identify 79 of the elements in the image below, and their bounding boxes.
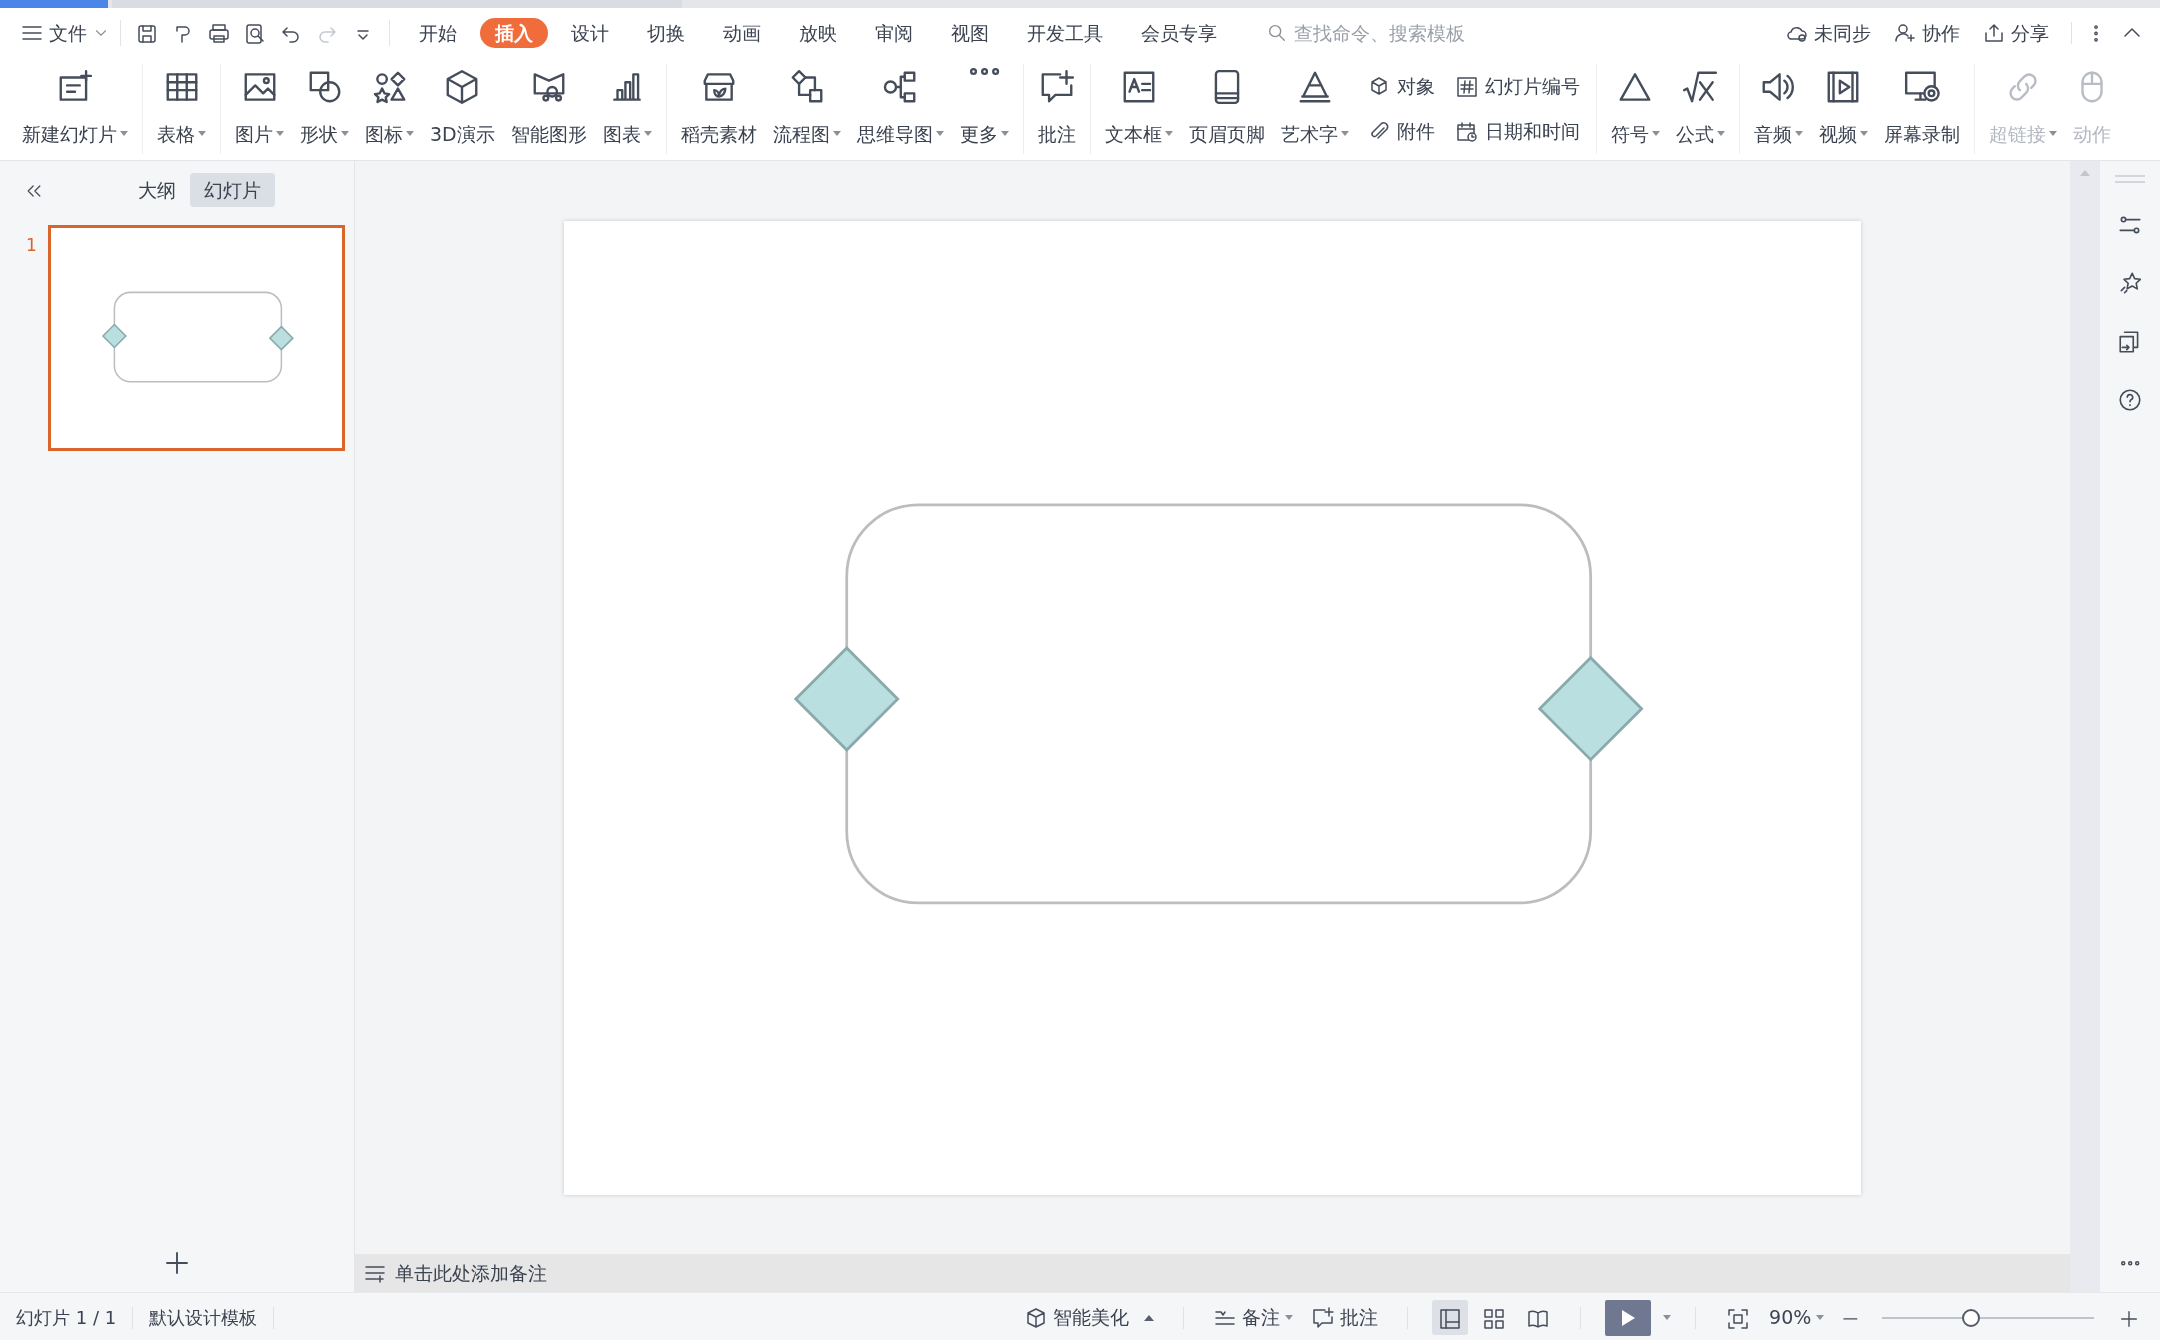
calendar-icon bbox=[1454, 119, 1479, 144]
search-field[interactable]: 查找命令、搜索模板 bbox=[1292, 17, 1552, 49]
ribbon-button[interactable]: 页眉页脚 bbox=[1180, 64, 1273, 154]
diamond-shape bbox=[268, 325, 294, 351]
search-icon bbox=[1266, 22, 1288, 44]
ribbon-button[interactable]: 思维导图 bbox=[848, 64, 952, 154]
ribbon-button[interactable]: 更多 bbox=[951, 64, 1017, 154]
toolbar-button[interactable]: 分享 bbox=[1981, 18, 2049, 48]
diamond-shape bbox=[101, 323, 127, 349]
handle-icon bbox=[2115, 175, 2145, 183]
add-user-icon bbox=[1892, 21, 1917, 45]
more-icon bbox=[2093, 24, 2098, 42]
status-button[interactable]: 智能美化 bbox=[1019, 1300, 1160, 1335]
ribbon-button[interactable]: 批注 bbox=[1029, 64, 1084, 154]
ribbon-button[interactable]: 图标 bbox=[357, 64, 422, 154]
panel-tab[interactable]: 幻灯片 bbox=[190, 172, 275, 208]
menu-tab[interactable]: 设计 bbox=[556, 18, 624, 48]
ribbon-button[interactable]: 幻灯片编号 bbox=[1450, 70, 1584, 103]
menu-tab[interactable]: 开始 bbox=[404, 18, 472, 48]
ribbon-button[interactable]: 流程图 bbox=[764, 64, 849, 154]
play-icon bbox=[1621, 1309, 1635, 1326]
grid-view-icon bbox=[1482, 1307, 1507, 1331]
minus-icon bbox=[1843, 1318, 1858, 1320]
more-icon bbox=[969, 68, 999, 75]
scrollbar[interactable] bbox=[2070, 161, 2100, 1292]
plus-icon bbox=[2118, 1308, 2140, 1330]
menu-tab[interactable]: 切换 bbox=[632, 18, 700, 48]
ribbon-button[interactable]: 屏幕录制 bbox=[1875, 64, 1968, 154]
play-button[interactable] bbox=[1605, 1299, 1652, 1336]
ribbon-button[interactable]: 文本框 bbox=[1096, 64, 1181, 154]
menu-tab[interactable]: 会员专享 bbox=[1126, 18, 1232, 48]
ribbon-button[interactable]: 艺术字 bbox=[1272, 64, 1357, 154]
comment-icon bbox=[1311, 1305, 1336, 1330]
ribbon-button[interactable]: 日期和时间 bbox=[1450, 115, 1584, 148]
star-icon bbox=[2117, 270, 2143, 296]
toolbar-button[interactable]: 未同步 bbox=[1784, 18, 1871, 48]
status-button[interactable]: 批注 bbox=[1306, 1300, 1384, 1335]
caret-up-icon bbox=[1144, 1314, 1155, 1321]
menu-tab[interactable]: 视图 bbox=[936, 18, 1004, 48]
ribbon-button[interactable]: 符号 bbox=[1602, 64, 1668, 154]
file-menu[interactable]: 文件 bbox=[20, 18, 110, 48]
template-name: 默认设计模板 bbox=[149, 1306, 258, 1330]
ribbon-button[interactable]: 图表 bbox=[594, 64, 660, 154]
slide-number: 1 bbox=[26, 234, 38, 257]
ribbon-button[interactable]: 形状 bbox=[292, 64, 357, 154]
ribbon-button[interactable]: 音频 bbox=[1745, 64, 1811, 154]
zoom-dropdown[interactable]: 90% bbox=[1764, 1300, 1830, 1335]
slide-thumbnail[interactable] bbox=[48, 225, 345, 451]
notes-prompt: 单击此处添加备注 bbox=[395, 1260, 547, 1286]
ribbon-button[interactable]: 公式 bbox=[1667, 64, 1733, 154]
caret-icon bbox=[1663, 1315, 1672, 1320]
ribbon-button[interactable]: 3D演示 bbox=[422, 64, 503, 154]
menu-tab[interactable]: 放映 bbox=[784, 18, 852, 48]
caret-icon bbox=[1816, 1315, 1825, 1320]
print-preview-icon bbox=[243, 22, 267, 47]
help-icon bbox=[2117, 387, 2143, 413]
ribbon-button[interactable]: 新建幻灯片 bbox=[14, 64, 136, 154]
slide-counter: 幻灯片 1 / 1 bbox=[16, 1306, 117, 1330]
hash-icon bbox=[1454, 74, 1479, 99]
toolbar-button[interactable]: 协作 bbox=[1892, 18, 1960, 48]
more-button[interactable] bbox=[2093, 24, 2098, 42]
status-button[interactable]: 备注 bbox=[1208, 1300, 1299, 1335]
normal-view-icon bbox=[1438, 1307, 1463, 1331]
ribbon-button[interactable]: 稻壳素材 bbox=[672, 64, 765, 154]
more-icon bbox=[2120, 1260, 2140, 1266]
fit-window-icon bbox=[1726, 1307, 1751, 1331]
view-button[interactable] bbox=[1432, 1300, 1469, 1335]
menu-tab[interactable]: 动画 bbox=[708, 18, 776, 48]
ribbon-button[interactable]: 表格 bbox=[149, 64, 214, 154]
ribbon-button[interactable]: 对象 bbox=[1362, 70, 1439, 103]
menu-tab[interactable]: 审阅 bbox=[860, 18, 928, 48]
ribbon-button[interactable]: 附件 bbox=[1362, 115, 1439, 148]
panel-tab[interactable]: 大纲 bbox=[124, 172, 190, 208]
caret-icon bbox=[1285, 1315, 1294, 1320]
ribbon-button[interactable]: 图片 bbox=[227, 64, 292, 154]
menu-tab[interactable]: 开发工具 bbox=[1012, 18, 1118, 48]
ribbon-button[interactable]: 视频 bbox=[1810, 64, 1876, 154]
zoom-slider-thumb[interactable] bbox=[1962, 1308, 1981, 1327]
ribbon-button[interactable]: 智能图形 bbox=[502, 64, 595, 154]
